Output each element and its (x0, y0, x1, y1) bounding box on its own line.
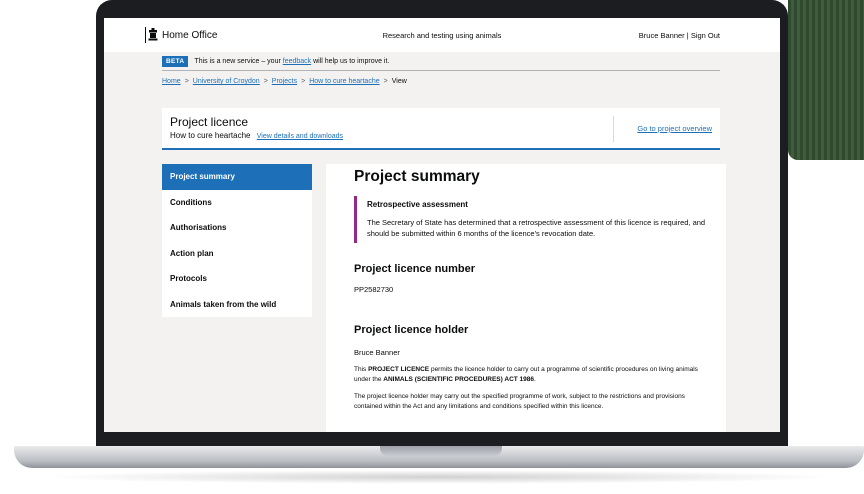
user-menu-separator: | (686, 31, 689, 40)
breadcrumb-separator: > (263, 78, 268, 85)
beta-banner: BETA This is a new service – your feedba… (162, 56, 389, 67)
user-menu: Bruce Banner | Sign Out (639, 31, 720, 40)
laptop-shadow (40, 470, 840, 484)
permit-term-licence: PROJECT LICENCE (368, 366, 430, 373)
breadcrumb-separator: > (301, 78, 306, 85)
licence-number-value: PP2582730 (354, 285, 394, 294)
licence-subtitle-row: How to cure heartache View details and d… (170, 131, 343, 140)
laptop-screen: Home Office Research and testing using a… (104, 18, 780, 432)
licence-permit-paragraph: This PROJECT LICENCE permits the licence… (354, 365, 714, 385)
nav-item-conditions[interactable]: Conditions (162, 190, 312, 216)
page-title: Project summary (354, 168, 480, 185)
licence-conditions-paragraph: The project licence holder may carry out… (354, 393, 685, 410)
notice-title: Retrospective assessment (367, 200, 468, 209)
nav-item-project-summary[interactable]: Project summary (162, 164, 312, 190)
breadcrumb: Home > University of Croydon > Projects … (162, 78, 407, 85)
breadcrumb-establishment[interactable]: University of Croydon (193, 78, 260, 85)
view-details-link[interactable]: View details and downloads (257, 133, 343, 140)
breadcrumb-home[interactable]: Home (162, 78, 181, 85)
project-overview-link[interactable]: Go to project overview (637, 124, 712, 133)
licence-title: Project licence (170, 115, 249, 129)
breadcrumb-projects[interactable]: Projects (272, 78, 297, 85)
beta-text-after: will help us to improve it. (313, 58, 390, 65)
licence-subtitle: How to cure heartache (170, 131, 251, 140)
main-content: Project summary Retrospective assessment… (326, 164, 726, 432)
site-header: Home Office Research and testing using a… (104, 18, 780, 52)
side-navigation: Project summary Conditions Authorisation… (162, 164, 312, 317)
panel-divider (613, 116, 614, 142)
user-name: Bruce Banner (638, 31, 685, 40)
permit-term-act: ANIMALS (SCIENTIFIC PROCEDURES) ACT 1986 (383, 376, 534, 383)
nav-item-animals-from-wild[interactable]: Animals taken from the wild (162, 292, 312, 318)
feedback-link[interactable]: feedback (283, 58, 311, 65)
nav-item-protocols[interactable]: Protocols (162, 266, 312, 292)
breadcrumb-current: View (391, 78, 407, 85)
breadcrumb-project[interactable]: How to cure heartache (309, 78, 379, 85)
nav-item-authorisations[interactable]: Authorisations (162, 215, 312, 241)
background-sweater (788, 0, 864, 160)
licence-holder-value: Bruce Banner (354, 348, 400, 357)
permit-text-1: This (354, 366, 367, 373)
beta-text-before: This is a new service – your (194, 58, 281, 65)
sign-out-link[interactable]: Sign Out (691, 31, 720, 40)
laptop-notch (380, 446, 502, 456)
breadcrumb-separator: > (184, 78, 189, 85)
licence-holder-heading: Project licence holder (354, 324, 469, 336)
licence-panel: Project licence How to cure heartache Vi… (162, 108, 720, 150)
beta-divider (162, 70, 720, 71)
licence-number-heading: Project licence number (354, 263, 476, 275)
notice-text: The Secretary of State has determined th… (367, 218, 706, 238)
nav-item-action-plan[interactable]: Action plan (162, 241, 312, 267)
retrospective-notice: Retrospective assessment The Secretary o… (354, 196, 726, 243)
permit-text-3: . (534, 376, 536, 383)
beta-tag: BETA (162, 56, 189, 67)
breadcrumb-separator: > (383, 78, 388, 85)
